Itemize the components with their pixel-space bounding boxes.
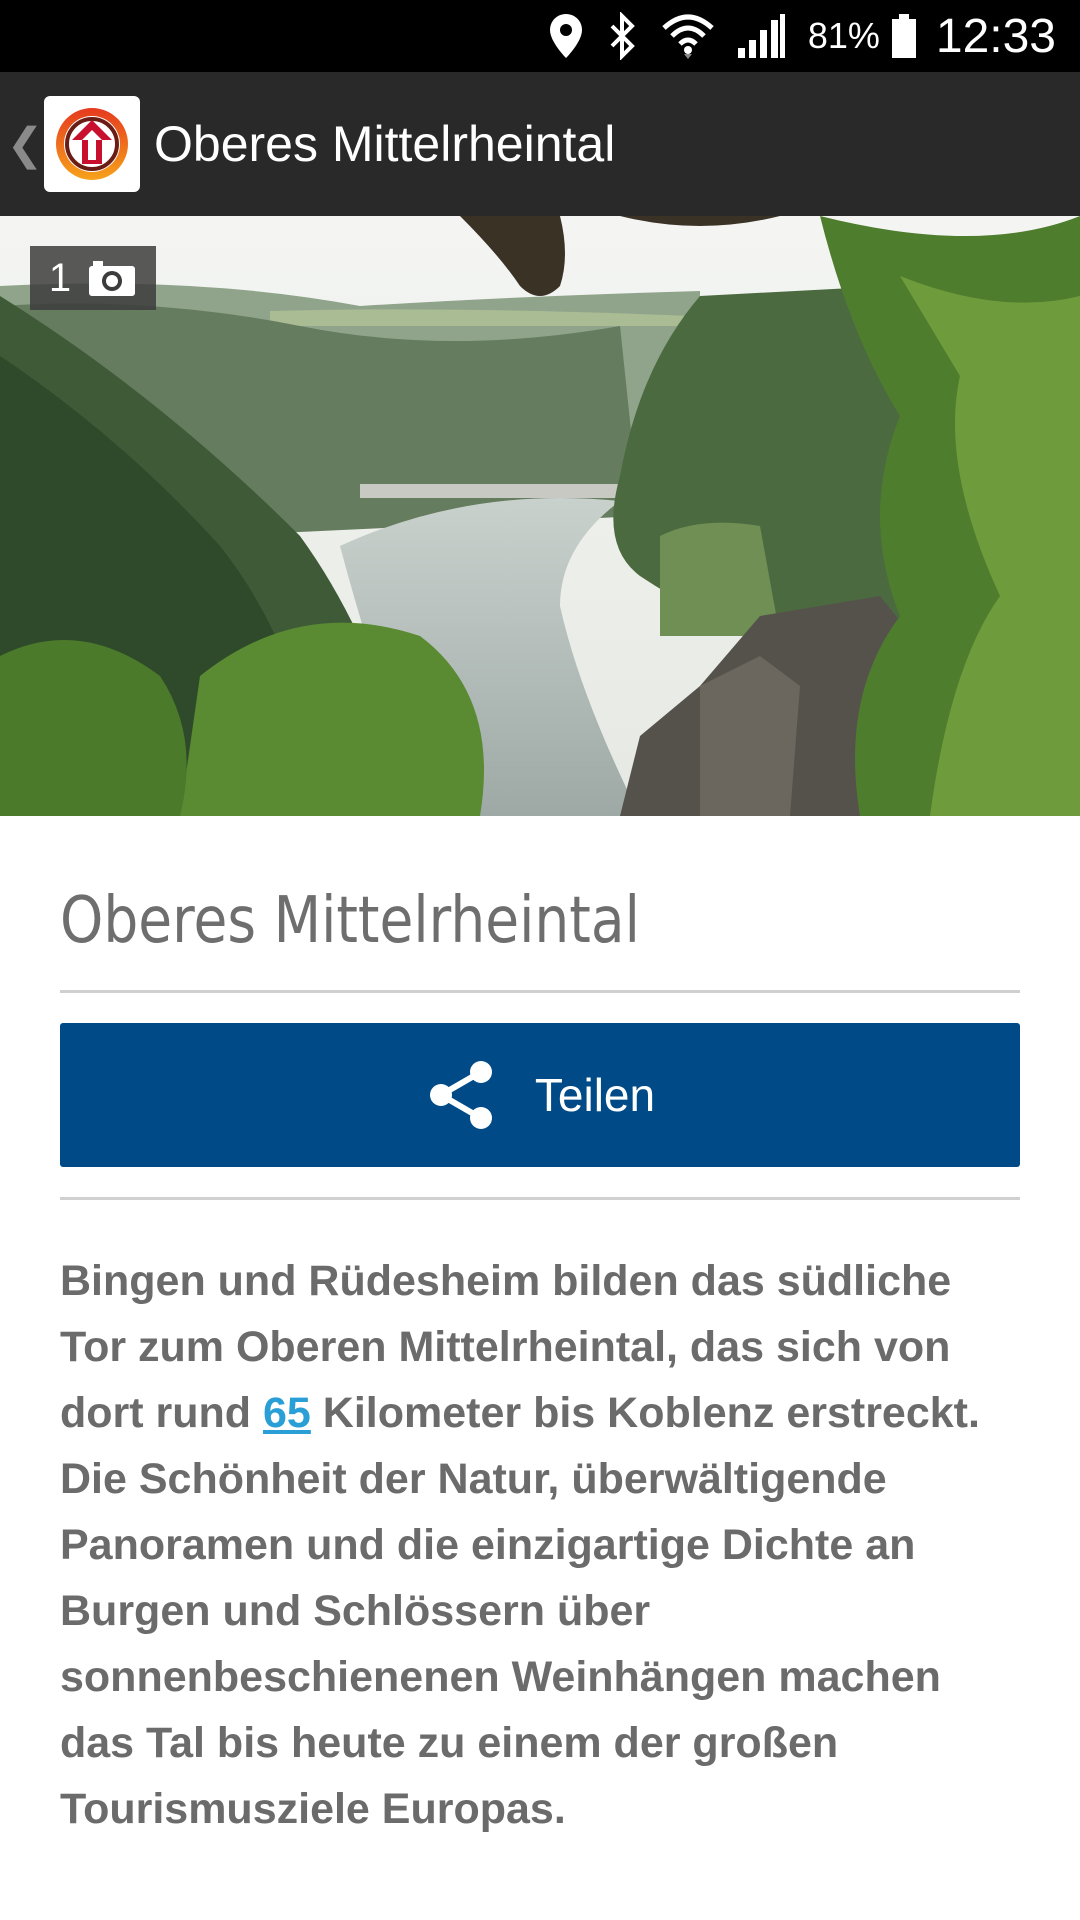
photo-count: 1 [48, 255, 72, 300]
signal-icon [736, 12, 786, 60]
description-part: Kilometer bis Koblenz erstreckt. Die Sch… [60, 1389, 980, 1833]
distance-link[interactable]: 65 [263, 1389, 311, 1437]
hero-photo[interactable]: 1 [0, 216, 1080, 816]
share-button[interactable]: Teilen [60, 1023, 1020, 1167]
bluetooth-icon [606, 12, 640, 60]
status-bar: 81% 12:33 [0, 0, 1080, 72]
app-bar: ❮ Oberes Mittelrheintal [0, 72, 1080, 216]
battery-percent: 81% [807, 15, 880, 56]
share-icon [429, 1061, 492, 1129]
camera-icon [89, 261, 136, 296]
world-heritage-logo-icon [56, 108, 128, 180]
divider [60, 1197, 1020, 1200]
battery-icon [890, 12, 918, 60]
description-text: Bingen und Rüdesheim bilden das südliche… [60, 1248, 1020, 1842]
rhine-valley-photo [0, 216, 1080, 816]
back-chevron-icon[interactable]: ❮ [6, 119, 44, 170]
detail-content: Oberes Mittelrheintal Teilen Bingen und … [60, 816, 1020, 1885]
app-bar-title: Oberes Mittelrheintal [154, 116, 616, 172]
divider [60, 990, 1020, 993]
clock: 12:33 [935, 9, 1056, 63]
photo-count-badge[interactable]: 1 [30, 246, 156, 310]
location-icon [548, 12, 584, 60]
page-title: Oberes Mittelrheintal [60, 884, 640, 958]
wifi-icon [662, 12, 714, 60]
share-button-label: Teilen [534, 1069, 656, 1121]
app-logo[interactable] [44, 96, 140, 192]
